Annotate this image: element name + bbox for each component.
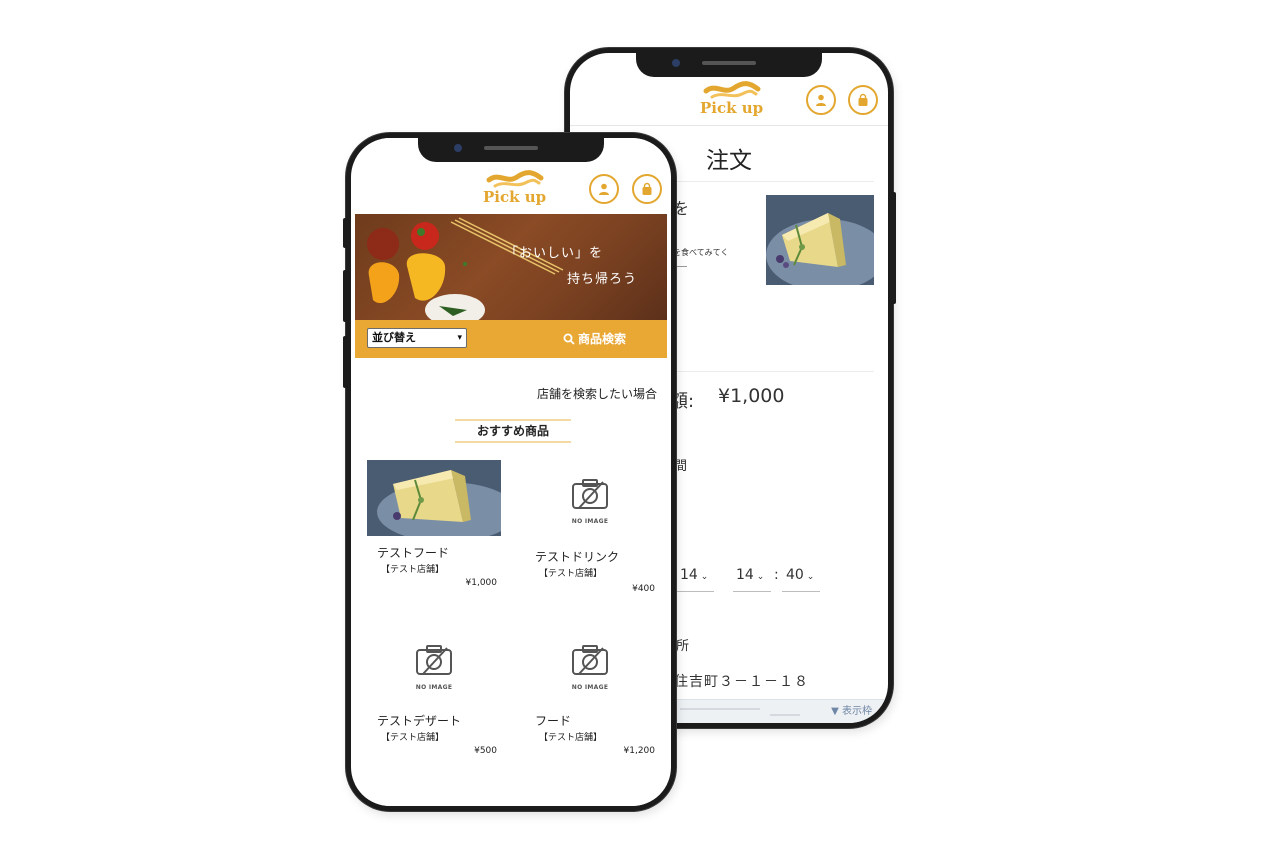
product-card[interactable]: NO IMAGE テストデザート 【テスト店舗】 ¥500 — [357, 626, 507, 786]
product-name: テストドリンク — [535, 550, 620, 564]
recommended-heading: おすすめ商品 — [455, 419, 571, 443]
logo-swoosh-icon — [486, 170, 544, 188]
phone-notch — [636, 53, 822, 77]
product-price: ¥1,000 — [465, 578, 498, 588]
pickup-logo[interactable]: Pick up — [700, 81, 763, 116]
header-divider — [570, 125, 888, 126]
phone-side-button — [343, 336, 347, 388]
phone-side-button — [343, 218, 347, 248]
divider — [676, 371, 874, 372]
sort-select[interactable]: 並び替え ▾ — [367, 328, 467, 348]
no-image-label: NO IMAGE — [571, 518, 609, 525]
product-search-button[interactable]: 商品検索 — [563, 330, 626, 347]
camera-off-icon — [572, 479, 608, 509]
product-store: 【テスト店舗】 — [381, 565, 445, 575]
date-select[interactable]: 14 ⌄ — [680, 567, 708, 583]
camera-off-icon — [416, 645, 452, 675]
user-icon[interactable] — [806, 85, 836, 115]
no-image-placeholder: NO IMAGE — [565, 642, 615, 692]
hero-banner: 「おいしい」を 持ち帰ろう — [355, 214, 667, 320]
product-price: ¥1,200 — [623, 746, 656, 756]
product-store: 【テスト店舗】 — [381, 733, 445, 743]
product-card[interactable]: NO IMAGE フード 【テスト店舗】 ¥1,200 — [515, 626, 665, 786]
logo-text: Pick up — [483, 188, 547, 206]
order-total: ¥1,000 — [718, 385, 785, 407]
phone-side-button — [892, 192, 896, 304]
product-store: 【テスト店舗】 — [539, 569, 603, 579]
pickup-logo[interactable]: Pick up — [483, 170, 546, 205]
hero-tagline-1: 「おいしい」を — [505, 246, 604, 261]
product-list-screen: Pick up 「おいしい」を 持ち帰ろう 並び替え ▾ 商品検索 店舗を検索し… — [355, 138, 667, 806]
camera-off-icon — [572, 645, 608, 675]
minute-select[interactable]: 40 ⌄ — [786, 567, 814, 583]
divider — [676, 181, 874, 182]
bag-icon[interactable] — [632, 174, 662, 204]
hour-select-underline — [733, 591, 771, 592]
hour-select[interactable]: 14 ⌄ — [736, 567, 764, 583]
logo-text: Pick up — [700, 99, 764, 117]
product-image — [367, 460, 501, 536]
hero-tagline-2: 持ち帰ろう — [567, 272, 638, 287]
map-marker-label: ▼ 表示枠 — [831, 706, 872, 717]
cheesecake-image — [766, 195, 874, 285]
store-search-link[interactable]: 店舗を検索したい場合 — [537, 385, 657, 402]
product-name: テストデザート — [377, 714, 462, 728]
store-address: 住吉町３－１－１８ — [674, 674, 809, 690]
no-image-label: NO IMAGE — [415, 684, 453, 691]
no-image-label: NO IMAGE — [571, 684, 609, 691]
product-name: テストフード — [377, 546, 450, 560]
product-card[interactable]: NO IMAGE テストドリンク 【テスト店舗】 ¥400 — [515, 460, 665, 620]
filter-toolbar: 並び替え ▾ 商品検索 — [355, 320, 667, 358]
vegetables-illustration — [367, 217, 564, 320]
chevron-down-icon: ▾ — [457, 333, 462, 343]
phone-side-button — [343, 270, 347, 322]
product-list-phone-mockup: Pick up 「おいしい」を 持ち帰ろう 並び替え ▾ 商品検索 店舗を検索し… — [346, 133, 676, 811]
item-description-fragment: を食べてみてく — [673, 248, 729, 257]
minute-select-underline — [782, 591, 820, 592]
search-icon — [563, 333, 575, 345]
no-image-placeholder: NO IMAGE — [565, 476, 615, 526]
phone-notch — [418, 138, 604, 162]
product-store: 【テスト店舗】 — [539, 733, 603, 743]
time-separator: : — [774, 567, 779, 583]
product-card[interactable]: テストフード 【テスト店舗】 ¥1,000 — [357, 460, 507, 620]
place-label-fragment: 所 — [676, 639, 690, 654]
product-price: ¥400 — [632, 584, 655, 594]
product-name: フード — [535, 714, 572, 728]
user-icon[interactable] — [589, 174, 619, 204]
date-select-underline — [674, 591, 714, 592]
no-image-placeholder: NO IMAGE — [409, 642, 459, 692]
product-price: ¥500 — [474, 746, 497, 756]
bag-icon[interactable] — [848, 85, 878, 115]
logo-swoosh-icon — [703, 81, 761, 99]
